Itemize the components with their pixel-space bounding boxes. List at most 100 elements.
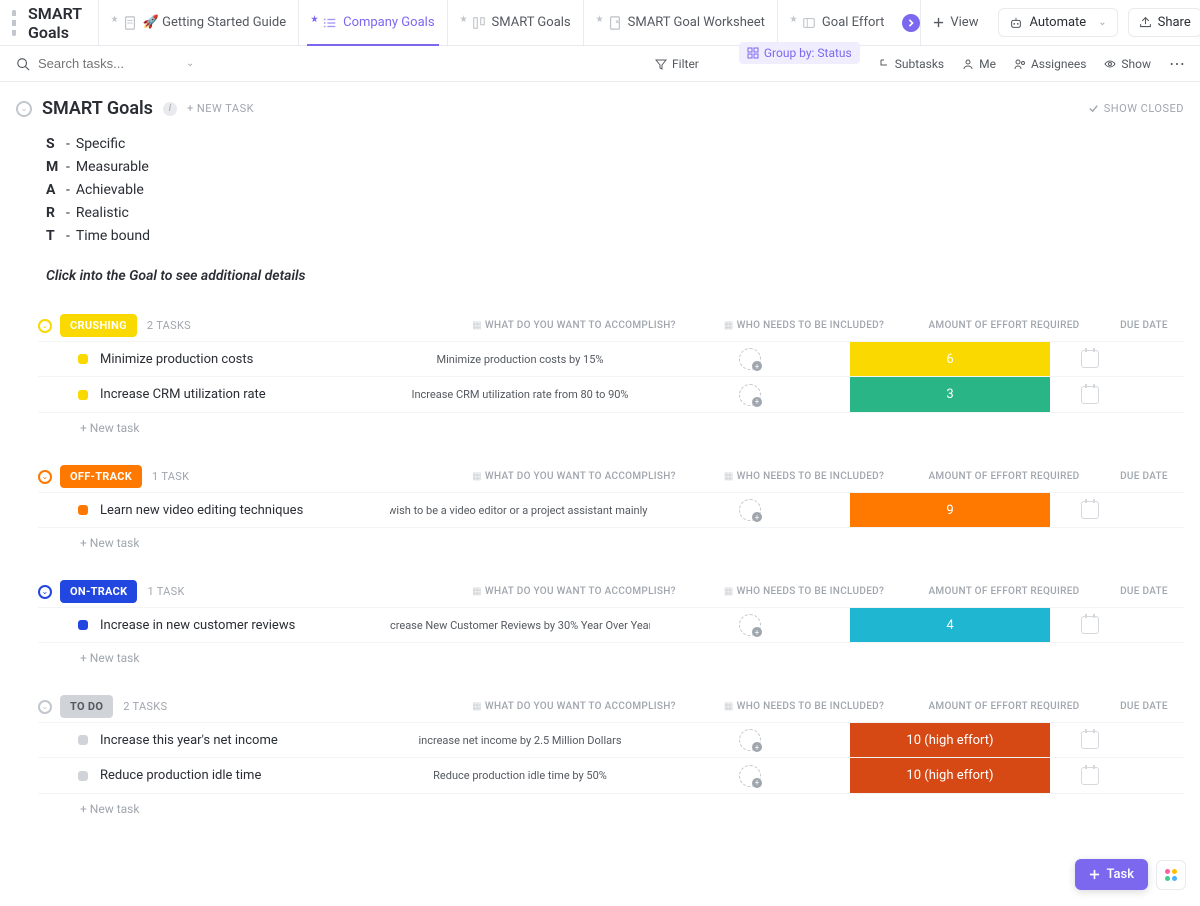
cell-who[interactable] [650,499,850,521]
cell-due[interactable] [1050,350,1130,368]
cell-due[interactable] [1050,767,1130,785]
status-pill[interactable]: CRUSHING [60,314,137,337]
collapse-group-button[interactable]: ⌄ [38,585,52,599]
assignee-placeholder[interactable] [739,499,761,521]
groupby-button[interactable]: Group by: Status [739,42,860,64]
subtasks-button[interactable]: Subtasks [878,57,944,71]
task-row[interactable]: Learn new video editing techniques I wis… [38,492,1184,528]
cell-effort[interactable]: 6 [850,342,1050,376]
task-row[interactable]: Increase this year's net income increase… [38,722,1184,758]
status-pill[interactable]: OFF-TRACK [60,465,142,488]
me-button[interactable]: Me [962,57,996,71]
col-due[interactable]: DUE DATE [1104,701,1184,712]
expand-views-button[interactable] [902,14,920,32]
col-who[interactable]: ▦WHO NEEDS TO BE INCLUDED? [704,586,904,597]
status-square[interactable] [78,505,88,515]
cell-accomplish[interactable]: Increase New Customer Reviews by 30% Yea… [390,619,650,632]
assignee-placeholder[interactable] [739,765,761,787]
tab-company-goals[interactable]: Company Goals [298,0,446,45]
status-pill[interactable]: TO DO [60,695,113,718]
task-row[interactable]: Increase in new customer reviews Increas… [38,607,1184,643]
date-placeholder-icon[interactable] [1081,386,1099,404]
cell-due[interactable] [1050,616,1130,634]
col-accomplish[interactable]: ▦WHAT DO YOU WANT TO ACCOMPLISH? [444,586,704,597]
cell-who[interactable] [650,765,850,787]
filter-button[interactable]: Filter [655,57,699,71]
cell-who[interactable] [650,384,850,406]
workspace-title[interactable]: SMART Goals [28,4,82,42]
add-task-inline[interactable]: + New task [38,643,1184,673]
assignees-button[interactable]: Assignees [1014,57,1086,71]
cell-accomplish[interactable]: increase net income by 2.5 Million Dolla… [390,734,650,747]
date-placeholder-icon[interactable] [1081,731,1099,749]
col-due[interactable]: DUE DATE [1104,320,1184,331]
col-due[interactable]: DUE DATE [1104,471,1184,482]
share-button[interactable]: Share [1128,8,1200,37]
collapse-group-button[interactable]: ⌄ [38,700,52,714]
col-effort[interactable]: AMOUNT OF EFFORT REQUIRED [904,701,1104,712]
collapse-list-button[interactable]: ⌄ [16,101,32,117]
cell-due[interactable] [1050,386,1130,404]
tab-getting-started[interactable]: 🚀 Getting Started Guide [98,0,298,45]
assignee-placeholder[interactable] [739,348,761,370]
col-who[interactable]: ▦WHO NEEDS TO BE INCLUDED? [704,701,904,712]
cell-who[interactable] [650,614,850,636]
task-row[interactable]: Reduce production idle time Reduce produ… [38,758,1184,794]
col-effort[interactable]: AMOUNT OF EFFORT REQUIRED [904,320,1104,331]
tab-smart-goals[interactable]: SMART Goals [447,0,583,45]
cell-accomplish[interactable]: Minimize production costs by 15% [390,353,650,366]
chevron-down-icon[interactable]: ⌄ [186,58,194,69]
show-closed-button[interactable]: SHOW CLOSED [1088,102,1184,115]
cell-who[interactable] [650,348,850,370]
list-title[interactable]: SMART Goals [42,98,153,119]
assignee-placeholder[interactable] [739,729,761,751]
col-effort[interactable]: AMOUNT OF EFFORT REQUIRED [904,586,1104,597]
workspace-icon[interactable] [12,10,16,36]
search-input[interactable] [38,56,178,71]
col-accomplish[interactable]: ▦WHAT DO YOU WANT TO ACCOMPLISH? [444,471,704,482]
col-effort[interactable]: AMOUNT OF EFFORT REQUIRED [904,471,1104,482]
add-task-inline[interactable]: + New task [38,528,1184,558]
info-icon[interactable]: i [163,102,177,116]
cell-due[interactable] [1050,501,1130,519]
new-task-fab[interactable]: Task [1075,859,1148,890]
cell-effort[interactable]: 9 [850,493,1050,527]
status-square[interactable] [78,354,88,364]
cell-effort[interactable]: 10 (high effort) [850,758,1050,793]
collapse-group-button[interactable]: ⌄ [38,470,52,484]
add-view-button[interactable]: View [920,0,990,45]
cell-accomplish[interactable]: I wish to be a video editor or a project… [390,504,650,517]
new-task-header-button[interactable]: + NEW TASK [187,102,254,115]
task-row[interactable]: Increase CRM utilization rate Increase C… [38,377,1184,413]
col-due[interactable]: DUE DATE [1104,586,1184,597]
cell-accomplish[interactable]: Reduce production idle time by 50% [390,769,650,782]
status-square[interactable] [78,771,88,781]
status-square[interactable] [78,620,88,630]
tab-worksheet[interactable]: SMART Goal Worksheet [583,0,777,45]
status-square[interactable] [78,390,88,400]
status-pill[interactable]: ON-TRACK [60,580,137,603]
status-square[interactable] [78,735,88,745]
collapse-group-button[interactable]: ⌄ [38,319,52,333]
automate-button[interactable]: Automate ⌄ [998,8,1117,37]
cell-effort[interactable]: 10 (high effort) [850,723,1050,757]
add-task-inline[interactable]: + New task [38,413,1184,443]
col-accomplish[interactable]: ▦WHAT DO YOU WANT TO ACCOMPLISH? [444,701,704,712]
task-row[interactable]: Minimize production costs Minimize produ… [38,341,1184,377]
cell-effort[interactable]: 4 [850,608,1050,642]
date-placeholder-icon[interactable] [1081,616,1099,634]
cell-due[interactable] [1050,731,1130,749]
col-who[interactable]: ▦WHO NEEDS TO BE INCLUDED? [704,471,904,482]
tab-goal-effort[interactable]: Goal Effort [777,0,896,45]
assignee-placeholder[interactable] [739,384,761,406]
add-task-inline[interactable]: + New task [38,794,1184,824]
show-button[interactable]: Show [1104,57,1151,71]
cell-who[interactable] [650,729,850,751]
date-placeholder-icon[interactable] [1081,350,1099,368]
cell-accomplish[interactable]: Increase CRM utilization rate from 80 to… [390,388,650,401]
date-placeholder-icon[interactable] [1081,767,1099,785]
assignee-placeholder[interactable] [739,614,761,636]
apps-fab[interactable] [1156,860,1186,890]
col-who[interactable]: ▦WHO NEEDS TO BE INCLUDED? [704,320,904,331]
date-placeholder-icon[interactable] [1081,501,1099,519]
